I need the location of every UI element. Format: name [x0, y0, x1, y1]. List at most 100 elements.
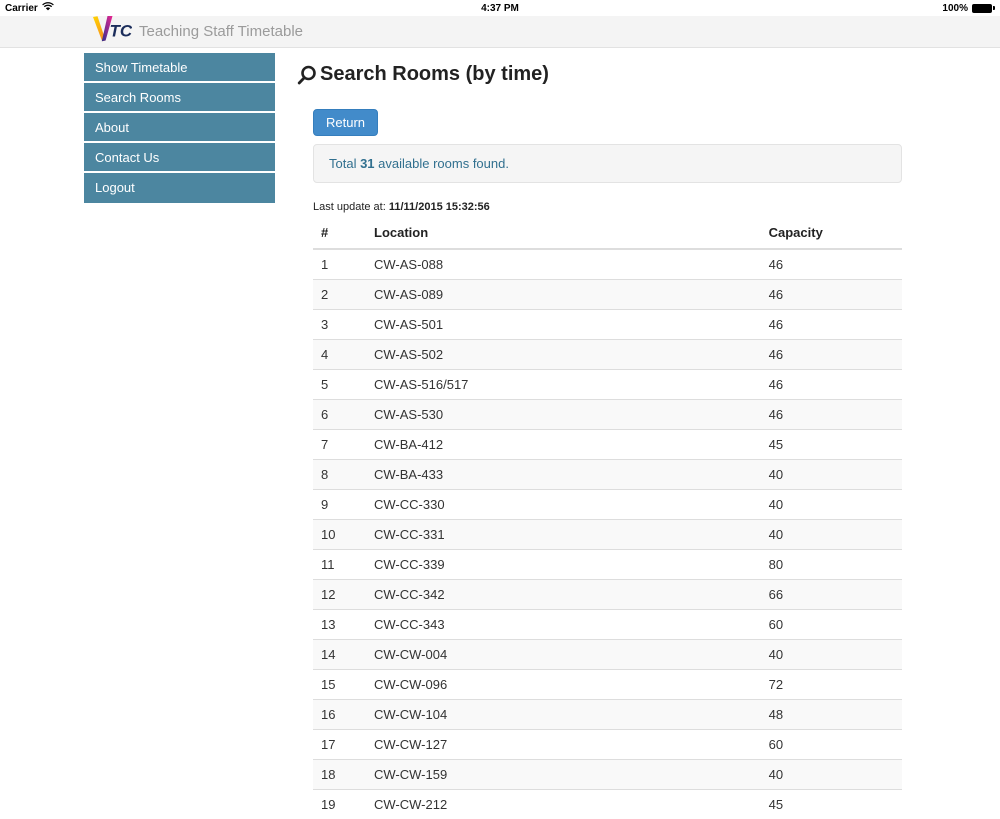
room-index: 14: [313, 640, 366, 670]
room-index: 12: [313, 580, 366, 610]
room-index: 19: [313, 790, 366, 819]
table-row: 10 CW-CC-331 40: [313, 520, 902, 550]
summary-suffix: available rooms found.: [375, 156, 509, 171]
last-update-value: 11/11/2015 15:32:56: [389, 201, 490, 213]
column-header-index: #: [313, 217, 366, 249]
room-index: 9: [313, 490, 366, 520]
room-capacity: 46: [761, 310, 902, 340]
table-row: 17 CW-CW-127 60: [313, 730, 902, 760]
table-row: 1 CW-AS-088 46: [313, 249, 902, 280]
table-row: 14 CW-CW-004 40: [313, 640, 902, 670]
room-location: CW-AS-530: [366, 400, 761, 430]
results-count: 31: [360, 156, 374, 171]
sidebar-item-about[interactable]: About: [84, 113, 275, 143]
room-index: 6: [313, 400, 366, 430]
table-body: 1 CW-AS-088 46 2 CW-AS-089 46 3 CW-AS-50…: [313, 249, 902, 819]
return-button[interactable]: Return: [313, 109, 378, 136]
table-row: 2 CW-AS-089 46: [313, 280, 902, 310]
room-index: 7: [313, 430, 366, 460]
column-header-location: Location: [366, 217, 761, 249]
last-update: Last update at: 11/11/2015 15:32:56: [313, 201, 902, 213]
room-capacity: 60: [761, 730, 902, 760]
table-row: 16 CW-CW-104 48: [313, 700, 902, 730]
table-row: 9 CW-CC-330 40: [313, 490, 902, 520]
room-capacity: 66: [761, 580, 902, 610]
search-icon: [297, 65, 317, 85]
sidebar-item-logout[interactable]: Logout: [84, 173, 275, 203]
clock: 4:37 PM: [0, 3, 1000, 14]
table-row: 5 CW-AS-516/517 46: [313, 370, 902, 400]
table-row: 7 CW-BA-412 45: [313, 430, 902, 460]
room-index: 13: [313, 610, 366, 640]
room-capacity: 40: [761, 520, 902, 550]
last-update-label: Last update at:: [313, 201, 389, 213]
page-title: Search Rooms (by time): [297, 63, 902, 86]
page-title-text: Search Rooms (by time): [320, 63, 549, 86]
sidebar-item-search-rooms[interactable]: Search Rooms: [84, 83, 275, 113]
room-location: CW-BA-412: [366, 430, 761, 460]
sidebar-item-show-timetable[interactable]: Show Timetable: [84, 53, 275, 83]
results-summary: Total 31 available rooms found.: [313, 144, 902, 183]
room-index: 18: [313, 760, 366, 790]
room-capacity: 46: [761, 249, 902, 280]
room-capacity: 40: [761, 490, 902, 520]
room-capacity: 46: [761, 400, 902, 430]
room-location: CW-BA-433: [366, 460, 761, 490]
table-row: 11 CW-CC-339 80: [313, 550, 902, 580]
table-row: 12 CW-CC-342 66: [313, 580, 902, 610]
sidebar-item-contact-us[interactable]: Contact Us: [84, 143, 275, 173]
room-location: CW-CC-339: [366, 550, 761, 580]
room-capacity: 45: [761, 790, 902, 819]
room-index: 3: [313, 310, 366, 340]
room-capacity: 46: [761, 340, 902, 370]
room-location: CW-CC-330: [366, 490, 761, 520]
room-location: CW-CW-104: [366, 700, 761, 730]
room-capacity: 40: [761, 640, 902, 670]
room-capacity: 40: [761, 760, 902, 790]
room-capacity: 40: [761, 460, 902, 490]
room-location: CW-CC-331: [366, 520, 761, 550]
room-location: CW-AS-501: [366, 310, 761, 340]
status-bar: Carrier 4:37 PM 100%: [0, 0, 1000, 16]
room-capacity: 72: [761, 670, 902, 700]
room-location: CW-AS-516/517: [366, 370, 761, 400]
table-row: 13 CW-CC-343 60: [313, 610, 902, 640]
room-index: 5: [313, 370, 366, 400]
room-capacity: 46: [761, 280, 902, 310]
svg-text:TC: TC: [110, 22, 133, 41]
room-capacity: 60: [761, 610, 902, 640]
room-location: CW-AS-089: [366, 280, 761, 310]
app-header: TC Teaching Staff Timetable: [0, 16, 1000, 48]
sidebar: Show Timetable Search Rooms About Contac…: [84, 53, 275, 203]
room-index: 17: [313, 730, 366, 760]
main-content: Search Rooms (by time) Return Total 31 a…: [313, 48, 902, 819]
room-capacity: 48: [761, 700, 902, 730]
table-row: 18 CW-CW-159 40: [313, 760, 902, 790]
brand-link[interactable]: TC Teaching Staff Timetable: [92, 16, 303, 47]
room-index: 11: [313, 550, 366, 580]
table-row: 6 CW-AS-530 46: [313, 400, 902, 430]
table-row: 19 CW-CW-212 45: [313, 790, 902, 819]
rooms-table: # Location Capacity 1 CW-AS-088 46 2 CW-…: [313, 217, 902, 819]
app-title: Teaching Staff Timetable: [139, 23, 303, 40]
room-index: 10: [313, 520, 366, 550]
room-capacity: 80: [761, 550, 902, 580]
room-index: 4: [313, 340, 366, 370]
table-row: 8 CW-BA-433 40: [313, 460, 902, 490]
table-header-row: # Location Capacity: [313, 217, 902, 249]
room-index: 8: [313, 460, 366, 490]
room-location: CW-CW-096: [366, 670, 761, 700]
vtc-logo-icon: TC: [92, 16, 132, 47]
room-location: CW-CW-159: [366, 760, 761, 790]
table-row: 3 CW-AS-501 46: [313, 310, 902, 340]
room-location: CW-CC-342: [366, 580, 761, 610]
table-row: 4 CW-AS-502 46: [313, 340, 902, 370]
room-index: 1: [313, 249, 366, 280]
room-location: CW-AS-088: [366, 249, 761, 280]
room-capacity: 45: [761, 430, 902, 460]
room-capacity: 46: [761, 370, 902, 400]
room-location: CW-AS-502: [366, 340, 761, 370]
room-index: 16: [313, 700, 366, 730]
table-row: 15 CW-CW-096 72: [313, 670, 902, 700]
room-index: 2: [313, 280, 366, 310]
